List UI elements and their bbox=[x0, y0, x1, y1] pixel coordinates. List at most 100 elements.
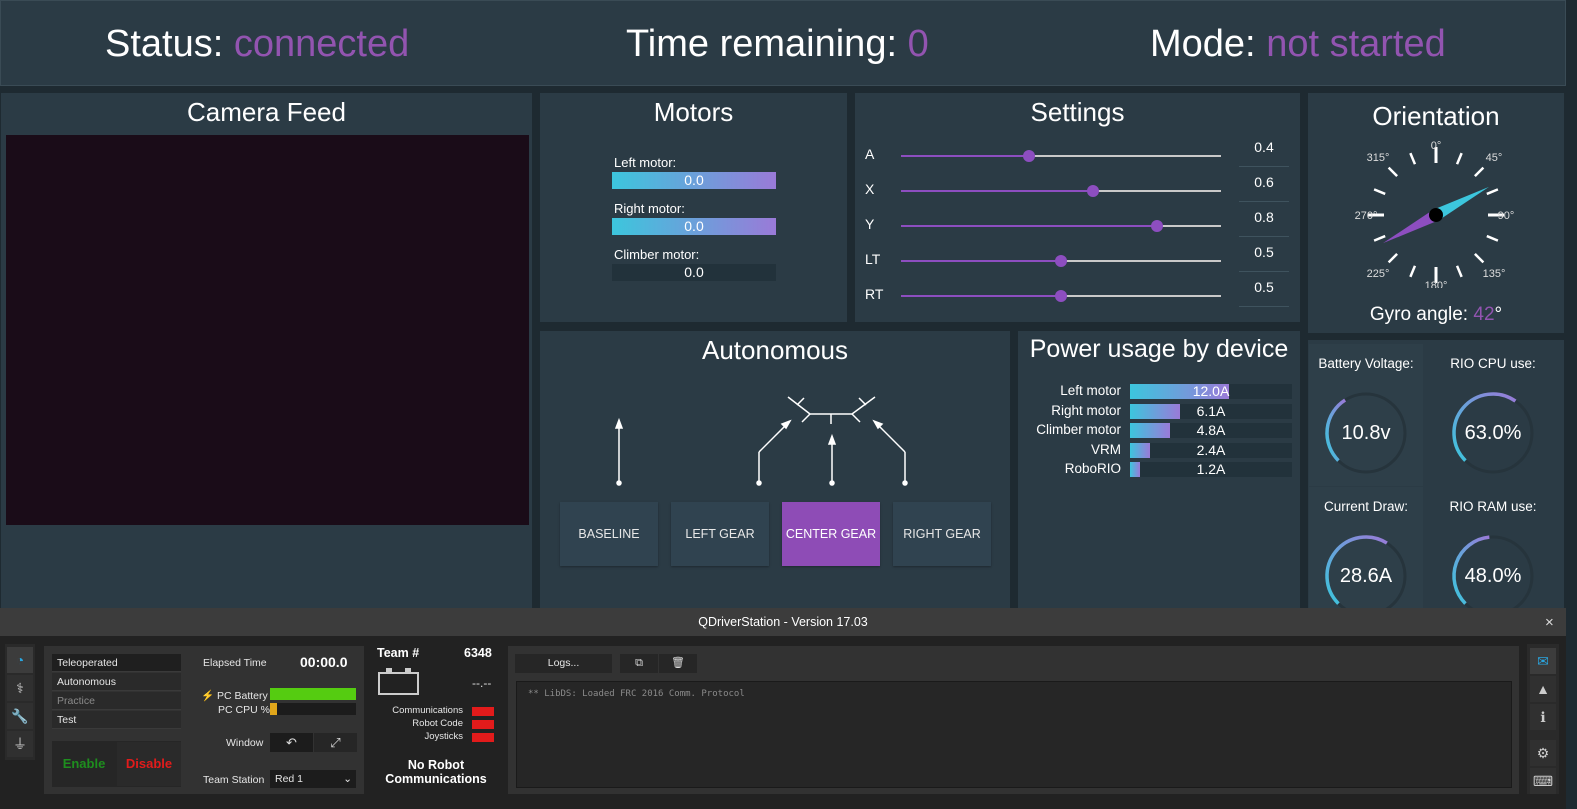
setting-slider-1[interactable] bbox=[901, 185, 1221, 197]
power-value-3: 2.4A bbox=[1196, 441, 1226, 458]
setting-slider-0[interactable] bbox=[901, 150, 1221, 162]
setting-slider-handle[interactable] bbox=[1055, 290, 1067, 302]
trash-icon[interactable]: 🗑 bbox=[659, 654, 697, 673]
compass-angle-label: 315° bbox=[1367, 152, 1390, 164]
robot-code-indicator bbox=[472, 720, 494, 729]
setting-slider-3[interactable] bbox=[901, 255, 1221, 267]
left-motor-value: 0.0 bbox=[684, 172, 704, 188]
auto-button-baseline[interactable]: BASELINE bbox=[560, 502, 658, 566]
gear-icon[interactable]: ⚙ bbox=[1530, 740, 1556, 766]
setting-slider-4[interactable] bbox=[901, 290, 1221, 302]
settings-title: Settings bbox=[1030, 97, 1125, 127]
setting-slider-2[interactable] bbox=[901, 220, 1221, 232]
robot-code-label: Robot Code bbox=[412, 718, 463, 729]
battery-voltage-gauge: Battery Voltage: 10.8v bbox=[1309, 344, 1423, 486]
right-motor-bar: 0.0 bbox=[612, 218, 776, 235]
autonomous-title: Autonomous bbox=[702, 335, 848, 365]
chart-icon[interactable]: ▲ bbox=[1530, 676, 1556, 702]
mode-text: Mode: not started bbox=[1150, 23, 1446, 65]
enable-button[interactable]: Enable bbox=[52, 742, 116, 786]
compass-angle-label: 0° bbox=[1431, 140, 1442, 152]
left-motor-label: Left motor: bbox=[614, 155, 677, 170]
setting-slider-handle[interactable] bbox=[1151, 220, 1163, 232]
robot-voltage: --.-- bbox=[472, 676, 492, 690]
copy-icon[interactable]: ⧉ bbox=[620, 654, 658, 673]
auto-button-left-gear[interactable]: LEFT GEAR bbox=[671, 502, 769, 566]
setting-value-0: 0.4 bbox=[1254, 139, 1274, 155]
console-output[interactable]: ** LibDS: Loaded FRC 2016 Comm. Protocol bbox=[516, 681, 1512, 788]
setting-slider-fill bbox=[901, 295, 1061, 297]
power-bar-4: 1.2A bbox=[1130, 462, 1292, 477]
setting-slider-handle[interactable] bbox=[1055, 255, 1067, 267]
mode-value: not started bbox=[1266, 23, 1446, 65]
compass-tick bbox=[1455, 152, 1463, 165]
setting-value-underline bbox=[1239, 201, 1289, 202]
compass-tick bbox=[1387, 253, 1398, 264]
window-fullscreen-button[interactable]: ⤢ bbox=[314, 733, 357, 752]
info-icon[interactable]: ℹ bbox=[1530, 704, 1556, 730]
power-label-4: RoboRIO bbox=[1064, 461, 1121, 476]
power-label-0: Left motor bbox=[1060, 383, 1121, 398]
power-label-3: VRM bbox=[1091, 441, 1121, 457]
elapsed-time-value: 00:00.0 bbox=[300, 654, 348, 670]
mode-practice[interactable]: Practice bbox=[52, 692, 181, 710]
power-value-0: 12.0A bbox=[1192, 383, 1230, 399]
camera-title: Camera Feed bbox=[187, 97, 346, 127]
close-icon[interactable]: × bbox=[1545, 614, 1554, 631]
pc-battery-label: ⚡ PC Battery bbox=[201, 690, 268, 702]
auto-button-center-gear[interactable]: CENTER GEAR bbox=[782, 502, 880, 566]
gauge-label: Current Draw: bbox=[1323, 499, 1409, 514]
setting-label-3: LT bbox=[865, 251, 881, 267]
usb-icon[interactable]: ⏚ bbox=[7, 731, 33, 757]
keyboard-icon[interactable]: ⌨ bbox=[1530, 768, 1556, 794]
power-value-4: 1.2A bbox=[1196, 461, 1226, 477]
diagnostics-icon[interactable]: ⚕ bbox=[7, 675, 33, 701]
setting-label-4: RT bbox=[865, 286, 884, 302]
settings-panel: Settings A 0.4 X 0.6 Y 0.8 LT 0.5 RT 0.5 bbox=[855, 93, 1300, 322]
power-label-1: Right motor bbox=[1051, 402, 1121, 418]
setting-value-2: 0.8 bbox=[1254, 209, 1274, 225]
team-station-label: Team Station bbox=[203, 774, 265, 786]
team-station-select[interactable]: Red 1 ⌄ bbox=[270, 770, 356, 788]
mode-autonomous[interactable]: Autonomous bbox=[52, 673, 181, 691]
rio-cpu-gauge: RIO CPU use: 63.0% bbox=[1436, 344, 1550, 486]
communications-indicator bbox=[472, 707, 494, 716]
setting-value-4: 0.5 bbox=[1254, 279, 1274, 295]
disable-button[interactable]: Disable bbox=[117, 742, 181, 786]
setting-slider-fill bbox=[901, 225, 1157, 227]
compass-angle-label: 135° bbox=[1483, 268, 1506, 280]
setting-label-0: A bbox=[865, 146, 875, 162]
joysticks-indicator bbox=[472, 733, 494, 742]
no-robot-communications: No Robot Communications bbox=[385, 758, 487, 786]
power-bar-2: 4.8A bbox=[1130, 423, 1292, 438]
compass-dial: 0° 45° 90° 135° 180° 225° 270° 315° bbox=[1355, 140, 1515, 288]
setting-slider-handle[interactable] bbox=[1087, 185, 1099, 197]
compass-tick bbox=[1387, 166, 1398, 177]
gyro-angle-value: 42 bbox=[1473, 304, 1495, 325]
left-motor-bar: 0.0 bbox=[612, 172, 776, 189]
pc-cpu-fill bbox=[270, 703, 277, 715]
setting-slider-handle[interactable] bbox=[1023, 150, 1035, 162]
wrench-icon[interactable]: 🔧 bbox=[7, 703, 33, 729]
logs-button[interactable]: Logs... bbox=[515, 654, 612, 673]
compass-angle-label: 270° bbox=[1355, 210, 1378, 222]
right-motor-value: 0.0 bbox=[684, 218, 704, 234]
orientation-panel: Orientation 0° 45° 90° 135° 180° 225° 270° 315°… bbox=[1308, 93, 1564, 333]
gauge-label: Battery Voltage: bbox=[1318, 356, 1414, 371]
mode-teleoperated[interactable]: Teleoperated bbox=[52, 654, 181, 672]
gyro-angle-text: Gyro angle: 42° bbox=[1369, 304, 1503, 325]
window-normal-button[interactable]: ↶ bbox=[270, 733, 313, 752]
dashboard-icon[interactable]: ◔ bbox=[7, 647, 33, 673]
time-remaining-value: 0 bbox=[907, 23, 929, 65]
messages-icon[interactable]: ✉ bbox=[1530, 648, 1556, 674]
window-label: Window bbox=[226, 737, 264, 749]
pc-battery-fill bbox=[270, 688, 356, 700]
console-line: ** LibDS: Loaded FRC 2016 Comm. Protocol bbox=[528, 689, 745, 699]
motors-title: Motors bbox=[653, 97, 734, 127]
compass-tick bbox=[1455, 265, 1463, 278]
auto-button-right-gear[interactable]: RIGHT GEAR bbox=[893, 502, 991, 566]
pc-battery-bar bbox=[270, 688, 356, 700]
right-motor-label: Right motor: bbox=[614, 201, 685, 216]
mode-test[interactable]: Test bbox=[52, 711, 181, 729]
gauge-value: 10.8v bbox=[1341, 422, 1391, 444]
